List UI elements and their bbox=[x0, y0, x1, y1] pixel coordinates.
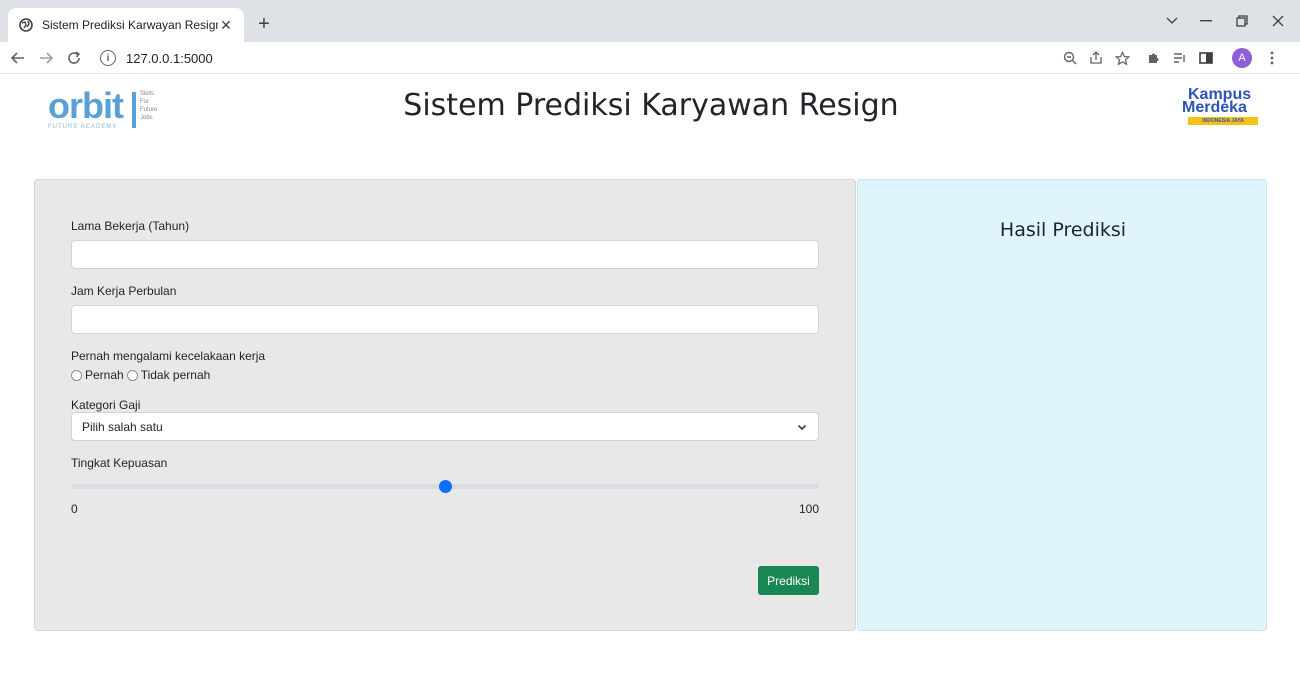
browser-toolbar: i 127.0.0.1:5000 bbox=[0, 42, 1300, 74]
zoom-icon[interactable] bbox=[1060, 48, 1080, 68]
close-icon[interactable]: ✕ bbox=[218, 17, 234, 33]
extensions-icon[interactable] bbox=[1144, 48, 1164, 68]
restore-icon[interactable] bbox=[1222, 8, 1262, 34]
prediction-form: Lama Bekerja (Tahun) Jam Kerja Perbulan … bbox=[34, 179, 856, 631]
jam-kerja-input[interactable] bbox=[71, 305, 819, 334]
kampus-logo-ribbon: INDONESIA JAYA bbox=[1188, 117, 1258, 125]
result-panel: Hasil Prediksi bbox=[857, 179, 1267, 631]
prediksi-button[interactable]: Prediksi bbox=[758, 566, 819, 595]
close-window-icon[interactable] bbox=[1258, 8, 1298, 34]
share-icon[interactable] bbox=[1086, 48, 1106, 68]
globe-icon bbox=[18, 17, 34, 33]
radio-tidak-pernah-label[interactable]: Tidak pernah bbox=[141, 368, 211, 382]
kepuasan-max-label: 100 bbox=[798, 502, 819, 516]
chevron-down-icon bbox=[796, 421, 808, 433]
page-title: Sistem Prediksi Karyawan Resign bbox=[403, 88, 899, 123]
browser-tab-bar: Sistem Prediksi Karwayan Resign ✕ + bbox=[0, 0, 1300, 42]
kepuasan-min-label: 0 bbox=[71, 502, 78, 516]
radio-pernah[interactable] bbox=[71, 369, 82, 381]
kampus-merdeka-logo: Kampus Merdeka INDONESIA JAYA bbox=[1180, 87, 1260, 128]
kategori-gaji-label: Kategori Gaji bbox=[71, 398, 141, 412]
reload-icon[interactable] bbox=[62, 46, 86, 70]
star-icon[interactable] bbox=[1112, 48, 1132, 68]
kampus-logo-line2: Merdeka bbox=[1182, 99, 1247, 116]
result-title: Hasil Prediksi bbox=[999, 219, 1127, 241]
kepuasan-slider-thumb[interactable] bbox=[439, 480, 452, 493]
back-icon[interactable] bbox=[6, 46, 30, 70]
tab-title: Sistem Prediksi Karwayan Resign bbox=[42, 18, 218, 32]
minimize-icon[interactable] bbox=[1186, 8, 1226, 34]
address-bar[interactable]: i 127.0.0.1:5000 bbox=[100, 45, 1140, 71]
radio-tidak-pernah[interactable] bbox=[126, 369, 138, 381]
jam-kerja-label: Jam Kerja Perbulan bbox=[71, 284, 177, 298]
profile-avatar[interactable]: A bbox=[1232, 48, 1252, 68]
kepuasan-slider[interactable] bbox=[71, 480, 819, 493]
kategori-gaji-selected: Pilih salah satu bbox=[82, 419, 163, 434]
info-icon[interactable]: i bbox=[100, 50, 116, 66]
lama-bekerja-label: Lama Bekerja (Tahun) bbox=[71, 219, 190, 233]
browser-tab[interactable]: Sistem Prediksi Karwayan Resign ✕ bbox=[8, 8, 244, 42]
url-text: 127.0.0.1:5000 bbox=[126, 50, 213, 66]
kecelakaan-radio-group: Pernah Tidak pernah bbox=[71, 368, 213, 382]
kecelakaan-label: Pernah mengalami kecelakaan kerja bbox=[71, 349, 266, 363]
forward-icon[interactable] bbox=[34, 46, 58, 70]
orbit-logo-subtitle: FUTURE ACADEMY bbox=[48, 124, 118, 130]
more-menu-icon[interactable] bbox=[1262, 48, 1282, 68]
lama-bekerja-input[interactable] bbox=[71, 240, 819, 269]
page-title-row: Sistem Prediksi Karyawan Resign bbox=[0, 88, 1300, 123]
reading-list-icon[interactable] bbox=[1170, 48, 1190, 68]
side-panel-icon[interactable] bbox=[1196, 48, 1216, 68]
radio-pernah-label[interactable]: Pernah bbox=[85, 368, 124, 382]
new-tab-button[interactable]: + bbox=[252, 12, 276, 36]
kategori-gaji-select[interactable]: Pilih salah satu bbox=[71, 412, 819, 441]
kepuasan-label: Tingkat Kepuasan bbox=[71, 456, 168, 470]
